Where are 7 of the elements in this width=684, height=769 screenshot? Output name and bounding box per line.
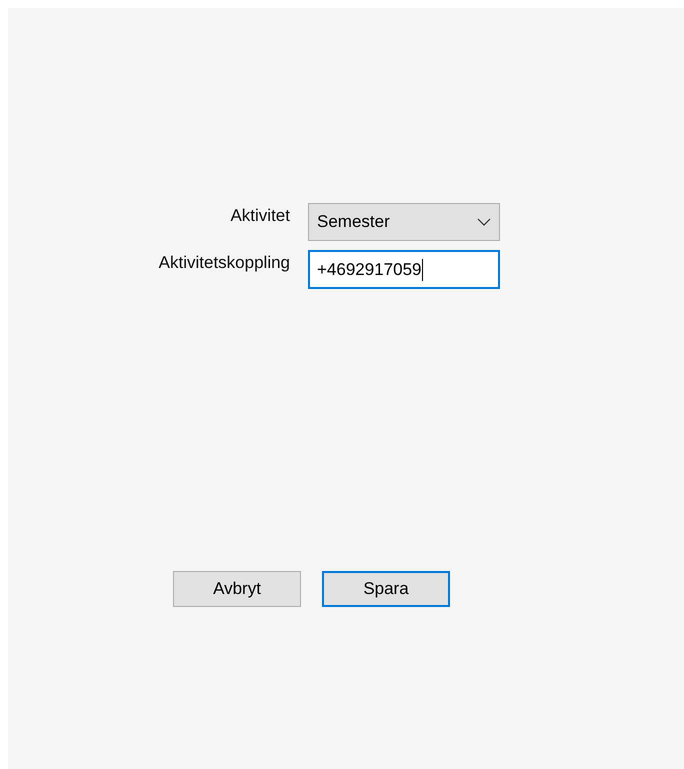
field-label: Aktivitet: [229, 205, 290, 227]
input-field[interactable]: +4692917059: [308, 250, 500, 289]
activity-dropdown[interactable]: Semester: [308, 203, 500, 241]
field-label: Aktivitetskoppling: [158, 252, 290, 274]
chevron-down-icon: [477, 218, 491, 226]
cancel-button[interactable]: Avbryt: [173, 571, 301, 607]
save-button[interactable]: Spara: [322, 571, 450, 607]
